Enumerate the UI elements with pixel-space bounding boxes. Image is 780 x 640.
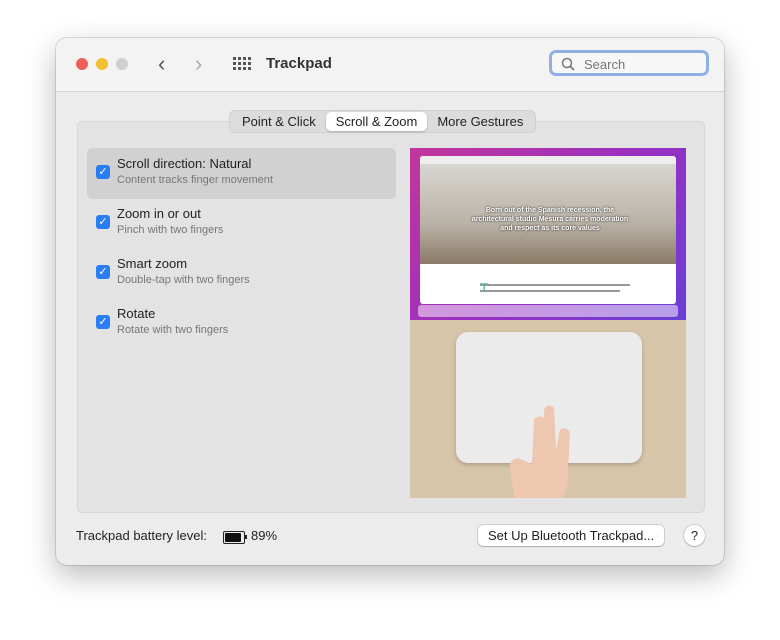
option-description: Double-tap with two fingers [117, 274, 250, 286]
forward-chevron-icon[interactable]: › [195, 51, 202, 77]
option-description: Rotate with two fingers [117, 324, 229, 336]
zoom-button[interactable] [116, 58, 128, 70]
show-all-grid-icon[interactable] [233, 57, 251, 71]
option-label: Rotate [117, 306, 156, 321]
window-title: Trackpad [266, 55, 332, 72]
minimize-button[interactable] [96, 58, 108, 70]
battery-icon [223, 531, 247, 544]
tab-point-and-click[interactable]: Point & Click [232, 112, 326, 131]
option-description: Pinch with two fingers [117, 224, 224, 236]
option-rotate[interactable]: ✓ Rotate Rotate with two fingers [87, 298, 396, 349]
option-smart-zoom[interactable]: ✓ Smart zoom Double-tap with two fingers [87, 248, 396, 299]
gesture-preview-video: Born out of the Spanish recession, the a… [410, 148, 686, 498]
checkbox-checked[interactable]: ✓ [96, 165, 110, 179]
checkbox-checked[interactable]: ✓ [96, 215, 110, 229]
option-zoom-in-or-out[interactable]: ✓ Zoom in or out Pinch with two fingers [87, 198, 396, 249]
option-label: Smart zoom [117, 256, 188, 271]
setup-bluetooth-trackpad-button[interactable]: Set Up Bluetooth Trackpad... [478, 525, 665, 546]
option-description: Content tracks finger movement [117, 174, 273, 186]
option-label: Zoom in or out [117, 206, 201, 221]
back-chevron-icon[interactable]: ‹ [158, 51, 165, 77]
help-button[interactable]: ? [684, 525, 705, 546]
battery-percent: 89% [251, 528, 278, 543]
close-button[interactable] [76, 58, 88, 70]
hand-illustration [510, 405, 570, 498]
option-label: Scroll direction: Natural [117, 156, 252, 171]
checkbox-checked[interactable]: ✓ [96, 265, 110, 279]
search-input[interactable] [582, 56, 706, 73]
dock [418, 305, 678, 317]
preview-headline: Born out of the Spanish recession, the a… [471, 207, 629, 232]
title-bar: ‹ › Trackpad [56, 38, 724, 92]
browser-window: Born out of the Spanish recession, the a… [420, 156, 676, 304]
office-photo: Born out of the Spanish recession, the a… [420, 164, 676, 264]
search-field[interactable] [549, 50, 709, 76]
option-scroll-direction[interactable]: ✓ Scroll direction: Natural Content trac… [87, 148, 396, 199]
battery-fill [225, 533, 242, 542]
trackpad-preferences-window: ‹ › Trackpad Point & Click Scroll & Zoom… [56, 38, 724, 565]
tab-bar: Point & Click Scroll & Zoom More Gesture… [229, 110, 537, 133]
checkbox-checked[interactable]: ✓ [96, 315, 110, 329]
tab-scroll-and-zoom[interactable]: Scroll & Zoom [325, 112, 428, 131]
search-icon [561, 57, 575, 71]
battery-level-label: Trackpad battery level: [76, 528, 208, 543]
tab-more-gestures[interactable]: More Gestures [427, 112, 533, 131]
